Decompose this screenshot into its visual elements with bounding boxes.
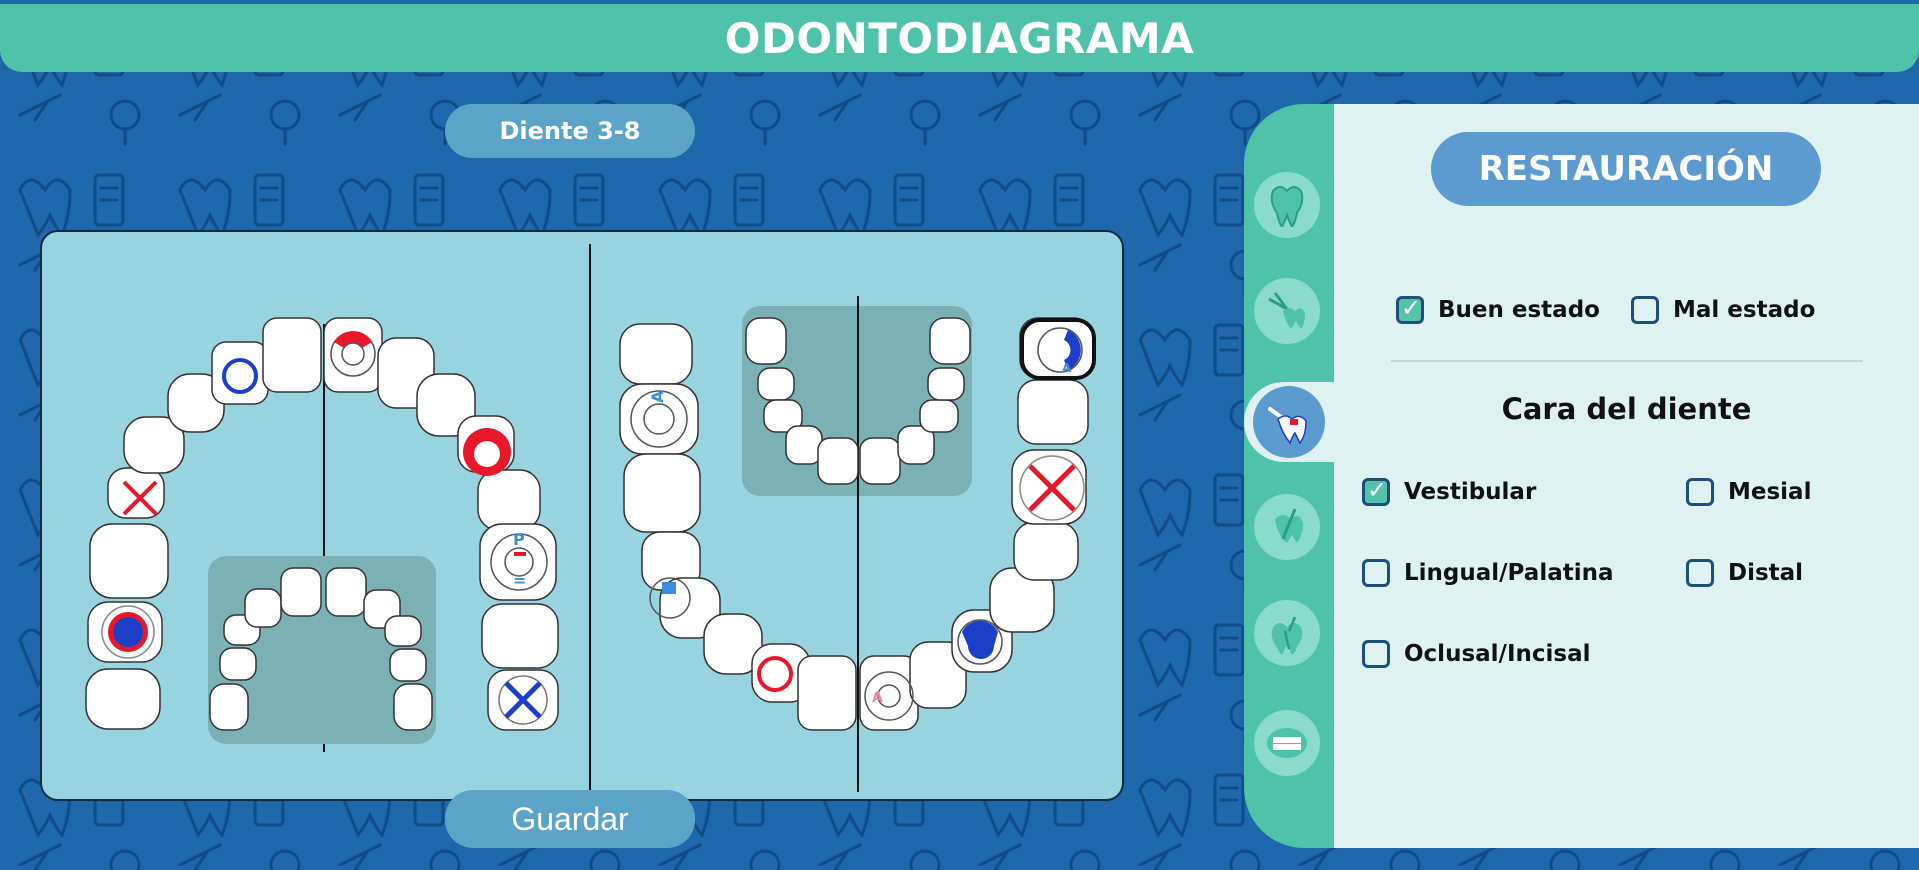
extraction-icon: [1268, 292, 1305, 329]
tab-restoration[interactable]: [1244, 382, 1334, 462]
root-canal-icon: [1271, 616, 1303, 655]
deciduous-tooth[interactable]: [929, 317, 971, 365]
tooth[interactable]: [619, 323, 693, 385]
deciduous-tooth[interactable]: [384, 615, 422, 647]
deciduous-tooth[interactable]: [919, 399, 959, 433]
denture-icon: [1267, 728, 1307, 758]
svg-text:=: =: [513, 571, 526, 590]
checkbox-label: Mesial: [1728, 479, 1812, 505]
checkbox-box[interactable]: [1362, 476, 1390, 506]
svg-text:A: A: [1062, 361, 1072, 375]
odontogram-panel: P = A A A: [40, 230, 1124, 801]
odontogram-chart: P = A A A: [85, 244, 1096, 792]
deciduous-tooth[interactable]: [393, 683, 433, 731]
checkbox-vestibular[interactable]: Vestibular: [1362, 476, 1537, 506]
checkbox-box[interactable]: [1362, 559, 1390, 587]
divider: [1391, 360, 1863, 362]
tooth[interactable]: [89, 523, 169, 599]
tooth[interactable]: [623, 453, 701, 533]
tooth-face-title: Cara del diente: [1501, 392, 1752, 426]
tooth[interactable]: [323, 317, 383, 393]
deciduous-tooth[interactable]: [859, 437, 901, 485]
tab-denture[interactable]: [1254, 710, 1320, 776]
restoration-panel: RESTAURACIÓN Buen estado Mal estado Cara…: [1334, 104, 1919, 848]
tooth-icon: [1270, 186, 1304, 227]
checkbox-box[interactable]: [1396, 294, 1424, 324]
deciduous-tooth[interactable]: [785, 425, 823, 465]
checkbox-label: Lingual/Palatina: [1404, 560, 1614, 586]
blue-filled-mark: [113, 617, 143, 647]
tooth[interactable]: [797, 655, 857, 731]
checkbox-mesial[interactable]: Mesial: [1686, 478, 1811, 506]
side-tab-bar: [1244, 104, 1334, 848]
tooth[interactable]: [85, 668, 161, 730]
checkbox-buen-estado[interactable]: Buen estado: [1396, 294, 1600, 324]
svg-text:A: A: [872, 690, 883, 706]
svg-text:A: A: [648, 390, 667, 403]
deciduous-tooth[interactable]: [927, 367, 965, 401]
checkbox-box[interactable]: [1362, 640, 1390, 668]
implant-icon: [1275, 508, 1303, 543]
deciduous-tooth[interactable]: [325, 567, 367, 617]
tab-extraction[interactable]: [1254, 278, 1320, 344]
tab-implant[interactable]: [1254, 494, 1320, 560]
checkbox-label: Buen estado: [1438, 297, 1600, 323]
tooth[interactable]: [1017, 379, 1089, 445]
deciduous-tooth[interactable]: [389, 648, 427, 682]
page-title: ODONTODIAGRAMA: [0, 4, 1919, 72]
deciduous-tooth[interactable]: [757, 367, 795, 401]
checkbox-box[interactable]: [1686, 559, 1714, 587]
checkbox-box[interactable]: [1686, 478, 1714, 506]
checkbox-box[interactable]: [1631, 296, 1659, 324]
deciduous-tooth[interactable]: [244, 588, 282, 628]
blue-square-mark: [662, 582, 676, 594]
checkbox-lingual-palatina[interactable]: Lingual/Palatina: [1362, 559, 1614, 587]
tooth[interactable]: [262, 317, 322, 393]
tab-root-canal[interactable]: [1254, 600, 1320, 666]
deciduous-tooth[interactable]: [745, 317, 787, 365]
tooth[interactable]: [481, 603, 559, 669]
checkbox-label: Distal: [1728, 560, 1804, 586]
tooth[interactable]: [477, 469, 541, 531]
deciduous-tooth[interactable]: [280, 567, 322, 617]
deciduous-tooth[interactable]: [219, 647, 257, 681]
svg-text:P: P: [513, 530, 525, 549]
tooth[interactable]: [1013, 521, 1079, 581]
checkbox-oclusal-incisal[interactable]: Oclusal/Incisal: [1362, 640, 1590, 668]
restoration-icon: [1268, 407, 1307, 445]
restoration-section-button[interactable]: RESTAURACIÓN: [1431, 132, 1821, 206]
checkbox-label: Vestibular: [1404, 479, 1537, 505]
checkbox-label: Mal estado: [1673, 297, 1816, 323]
deciduous-tooth[interactable]: [209, 683, 249, 731]
deciduous-tooth[interactable]: [817, 437, 859, 485]
checkbox-label: Oclusal/Incisal: [1404, 641, 1591, 667]
selected-tooth-label: Diente 3-8: [445, 104, 695, 158]
tab-tooth[interactable]: [1254, 172, 1320, 238]
save-button[interactable]: Guardar: [445, 790, 695, 848]
checkbox-distal[interactable]: Distal: [1686, 559, 1803, 587]
tooth[interactable]: [211, 341, 269, 405]
checkbox-mal-estado[interactable]: Mal estado: [1631, 296, 1815, 324]
